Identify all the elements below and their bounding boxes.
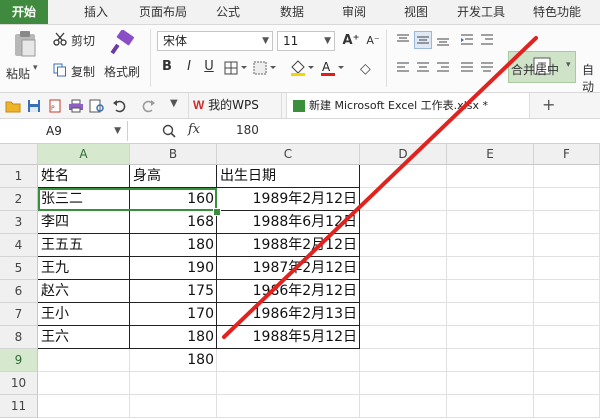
annotation-line: [222, 36, 538, 339]
